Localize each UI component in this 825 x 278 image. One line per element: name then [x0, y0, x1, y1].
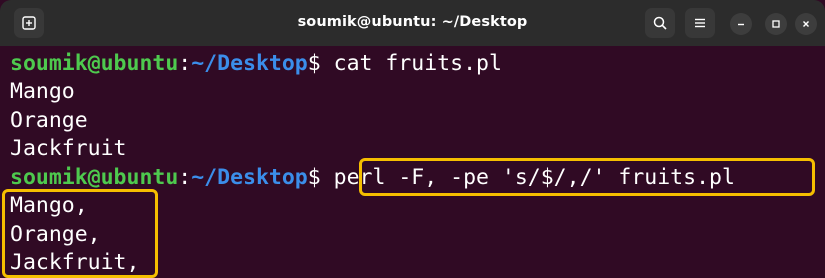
- prompt-line: soumik@ubuntu:~/Desktop$ cat fruits.pl: [10, 49, 502, 78]
- prompt-separator: :: [178, 165, 192, 190]
- output-line: Mango: [10, 79, 75, 104]
- hamburger-menu-icon: [695, 18, 705, 28]
- minimize-icon: [738, 23, 744, 26]
- output-line: Jackfruit: [10, 136, 127, 161]
- search-button[interactable]: [645, 8, 675, 38]
- maximize-icon: [772, 20, 780, 28]
- output-line: Orange: [10, 108, 88, 133]
- close-button[interactable]: [795, 13, 817, 35]
- prompt-separator: :: [178, 51, 192, 76]
- menu-button[interactable]: [685, 8, 715, 38]
- command-text: cat fruits.pl: [320, 51, 502, 76]
- search-icon: [653, 16, 667, 30]
- command-highlight-box: [359, 158, 815, 196]
- terminal-window: soumik@ubuntu: ~/Desktop soumik@ubuntu:~…: [0, 0, 825, 278]
- minimize-button[interactable]: [730, 13, 752, 35]
- close-icon: [803, 21, 809, 27]
- prompt-user: soumik@ubuntu: [10, 51, 179, 76]
- prompt-path: ~/Desktop: [191, 51, 308, 76]
- prompt-symbol: $: [307, 165, 321, 190]
- prompt-user: soumik@ubuntu: [10, 165, 179, 190]
- prompt-path: ~/Desktop: [191, 165, 308, 190]
- output-highlight-box: [2, 189, 158, 278]
- prompt-symbol: $: [307, 51, 321, 76]
- title-bar: soumik@ubuntu: ~/Desktop: [0, 0, 825, 46]
- maximize-button[interactable]: [765, 13, 787, 35]
